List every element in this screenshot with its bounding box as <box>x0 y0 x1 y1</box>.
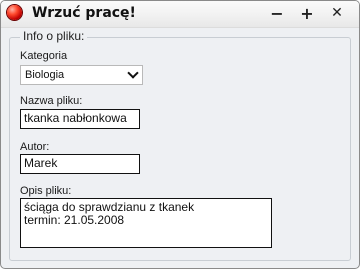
filename-label: Nazwa pliku: <box>20 95 83 107</box>
red-ball-icon <box>7 5 22 20</box>
chevron-down-icon[interactable] <box>127 67 139 79</box>
category-label: Kategoria <box>20 50 68 62</box>
description-textarea[interactable]: ściąga do sprawdzianu z tkanek termin: 2… <box>20 198 272 248</box>
group-legend: Info o pliku: <box>20 29 88 43</box>
upload-window: Wrzuć pracę! − + ✕ Info o pliku: Kategor… <box>0 0 360 269</box>
maximize-button[interactable]: + <box>294 3 320 23</box>
description-label: Opis pliku: <box>20 185 72 197</box>
file-info-group: Info o pliku: Kategoria Biologia Nazwa p… <box>9 29 351 261</box>
category-selected-value: Biologia <box>25 69 65 81</box>
window-title: Wrzuć pracę! <box>32 5 136 21</box>
author-input[interactable]: Marek <box>20 154 140 174</box>
title-bar[interactable]: Wrzuć pracę! − + ✕ <box>1 1 359 28</box>
category-select[interactable]: Biologia <box>20 65 143 85</box>
author-label: Autor: <box>20 141 50 153</box>
minimize-button[interactable]: − <box>264 3 290 23</box>
close-button[interactable]: ✕ <box>324 3 350 23</box>
filename-input[interactable]: tkanka nabłonkowa <box>20 109 140 129</box>
description-line: termin: 21.05.2008 <box>24 213 125 227</box>
